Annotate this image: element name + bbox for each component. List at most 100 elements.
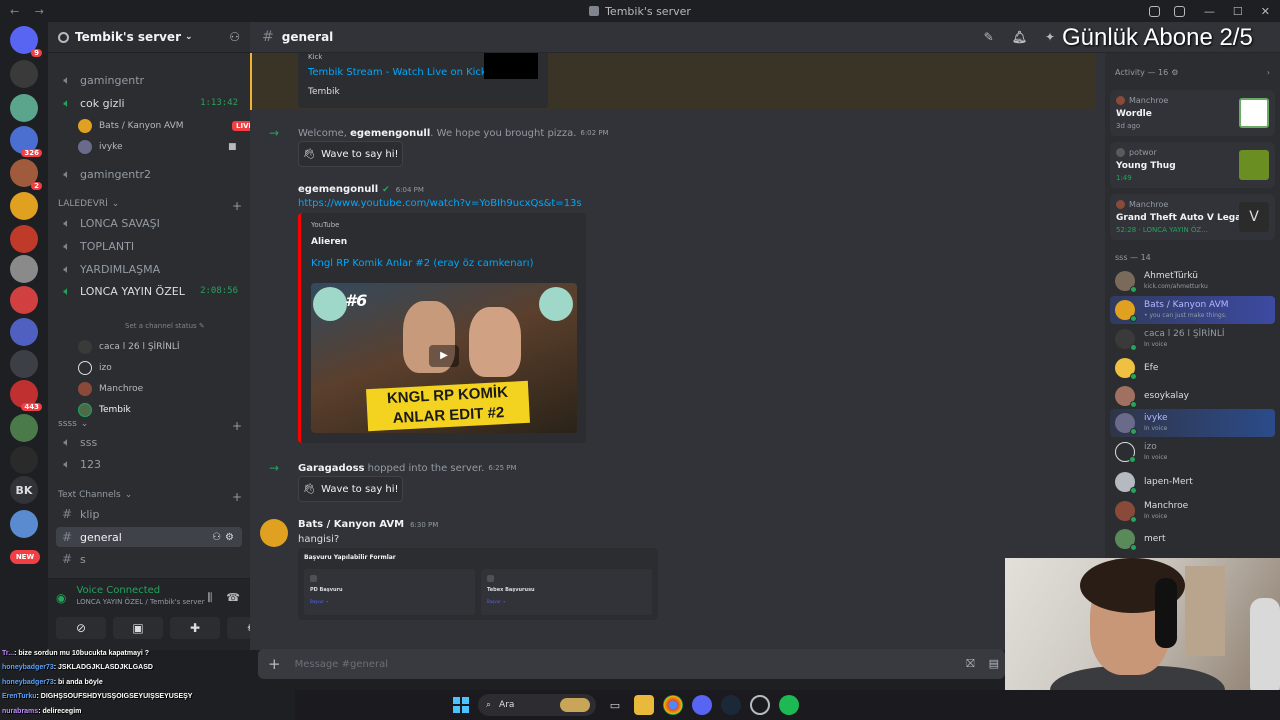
member-item[interactable]: Manchroe In voice bbox=[1110, 497, 1275, 525]
channel-yardimlasma[interactable]: 🔈︎ YARDIMLAŞMA bbox=[56, 259, 242, 279]
server-header[interactable]: Tembik's server ⌄ ⚇ bbox=[48, 22, 250, 53]
embed-title-link[interactable]: Kngl RP Komik Anlar #2 (eray öz camkenar… bbox=[311, 258, 576, 269]
server-icon[interactable] bbox=[10, 60, 38, 88]
windows-start-icon[interactable] bbox=[453, 697, 469, 713]
voice-user[interactable]: Bats / Kanyon AVM bbox=[78, 117, 184, 135]
taskbar-search[interactable]: ⌕ Ara bbox=[478, 694, 596, 716]
notification-bell-icon[interactable]: 🔔︎ bbox=[1012, 30, 1027, 44]
message-input[interactable]: Message #general bbox=[295, 659, 388, 670]
image-attachment[interactable]: Başvuru Yapılabilir Formlar PD Başvuru B… bbox=[298, 548, 658, 620]
member-item[interactable]: Efe bbox=[1110, 354, 1275, 382]
member-item[interactable]: ivyke In voice bbox=[1110, 409, 1275, 437]
camera-off-button[interactable]: ⊘ bbox=[56, 617, 106, 639]
video-thumbnail[interactable]: #6 ▶ KNGL RP KOMİK ANLAR EDIT #2 bbox=[311, 283, 577, 433]
member-item[interactable]: AhmetTürkü kick.com/ahmetturku bbox=[1110, 267, 1275, 295]
wave-button[interactable]: 👋︎ Wave to say hi! bbox=[298, 141, 403, 167]
member-item[interactable]: Bats / Kanyon AVM • you can just make thi… bbox=[1110, 296, 1275, 324]
settings-icon[interactable] bbox=[750, 695, 770, 715]
member-item[interactable]: esoykalay bbox=[1110, 382, 1275, 410]
channel-s[interactable]: # s bbox=[56, 549, 242, 569]
noise-suppression-icon[interactable]: ⫼ bbox=[207, 591, 212, 605]
voice-user[interactable]: Manchroe bbox=[78, 380, 143, 398]
add-member-icon[interactable]: ⚇ bbox=[229, 30, 240, 44]
category-ssss[interactable]: ssss ⌄ + bbox=[58, 419, 242, 433]
add-channel-icon[interactable]: + bbox=[232, 490, 242, 504]
channel-general[interactable]: # general ⚇⚙ bbox=[56, 527, 242, 547]
server-icon-bk[interactable]: BK bbox=[10, 476, 38, 504]
server-icon[interactable] bbox=[10, 192, 38, 220]
server-icon[interactable] bbox=[10, 94, 38, 122]
inbox-icon[interactable] bbox=[1149, 5, 1160, 17]
avatar[interactable] bbox=[260, 184, 288, 212]
channel-toplanti[interactable]: 🔈︎ TOPLANTI bbox=[56, 236, 242, 256]
channel-lonca-yayin-ozel[interactable]: 🔈︎ LONCA YAYIN ÖZEL 2:08:56 bbox=[56, 281, 242, 301]
close-button[interactable]: ✕ bbox=[1261, 5, 1270, 18]
voice-user[interactable]: Tembik bbox=[78, 401, 131, 419]
nav-arrows[interactable]: ← → bbox=[10, 5, 50, 18]
disconnect-icon[interactable]: ☎ bbox=[226, 591, 240, 605]
chrome-icon[interactable] bbox=[663, 695, 683, 715]
steam-icon[interactable] bbox=[721, 695, 741, 715]
channel-cok-gizli[interactable]: 🔈︎ cok gizli 1:13:42 bbox=[56, 93, 242, 113]
server-icon[interactable]: 326 bbox=[10, 126, 42, 157]
channel-123[interactable]: 🔈︎ 123 bbox=[56, 454, 242, 474]
avatar[interactable] bbox=[260, 519, 288, 547]
member-item[interactable]: caca l 26 l ŞİRİNLİ In voice bbox=[1110, 325, 1275, 353]
embed-author[interactable]: Alieren bbox=[311, 237, 576, 247]
add-attachment-icon[interactable]: + bbox=[268, 655, 281, 673]
channel-klip[interactable]: # klip bbox=[56, 504, 242, 524]
channel-sss[interactable]: 🔈︎ sss bbox=[56, 432, 242, 452]
file-explorer-icon[interactable] bbox=[634, 695, 654, 715]
maximize-button[interactable]: ☐ bbox=[1233, 5, 1243, 18]
threads-icon[interactable]: ✎ bbox=[984, 30, 994, 44]
spotify-icon[interactable] bbox=[779, 695, 799, 715]
embed-thumbnail[interactable] bbox=[484, 53, 538, 79]
channel-gamingentr2[interactable]: 🔈︎ gamingentr2 bbox=[56, 164, 242, 184]
voice-user[interactable]: ivyke bbox=[78, 138, 123, 156]
message-author[interactable]: egemengonull ✔ 6:04 PM bbox=[298, 184, 424, 195]
server-icon[interactable]: 2 bbox=[10, 159, 42, 190]
server-icon[interactable] bbox=[10, 350, 38, 378]
channel-lonca-savasi[interactable]: 🔈︎ LONCA SAVAŞI bbox=[56, 213, 242, 233]
server-icon[interactable]: 443 bbox=[10, 380, 42, 411]
gif-icon[interactable]: ▤ bbox=[989, 657, 999, 671]
server-icon[interactable] bbox=[10, 446, 38, 474]
voice-user[interactable]: izo bbox=[78, 359, 112, 377]
message-composer[interactable]: + Message #general ⛝ ▤ bbox=[258, 649, 1005, 679]
chevron-right-icon[interactable]: › bbox=[1267, 68, 1270, 77]
activities-button[interactable]: ✚ bbox=[170, 617, 220, 639]
discord-icon[interactable] bbox=[692, 695, 712, 715]
voice-location[interactable]: LONCA YAYIN ÖZEL / Tembik's server bbox=[76, 598, 204, 606]
minimize-button[interactable]: — bbox=[1204, 5, 1215, 18]
youtube-link[interactable]: https://www.youtube.com/watch?v=YoBIh9uc… bbox=[298, 198, 582, 209]
activity-card[interactable]: potwor Young Thug 1:49 bbox=[1110, 142, 1275, 188]
add-channel-icon[interactable]: + bbox=[232, 199, 242, 213]
activity-card[interactable]: Manchroe Wordle 3d ago bbox=[1110, 90, 1275, 136]
member-item[interactable]: izo In voice bbox=[1110, 438, 1275, 466]
server-icon[interactable] bbox=[10, 255, 38, 283]
server-icon[interactable] bbox=[10, 286, 38, 314]
message-author[interactable]: Bats / Kanyon AVM 6:30 PM bbox=[298, 519, 438, 530]
gear-icon[interactable]: ⚙ bbox=[1171, 68, 1178, 77]
pin-icon[interactable]: ✦ bbox=[1045, 30, 1055, 44]
voice-status[interactable]: Voice Connected bbox=[76, 585, 204, 596]
task-view-icon[interactable]: ▭ bbox=[605, 695, 625, 715]
add-channel-icon[interactable]: + bbox=[232, 419, 242, 433]
screen-share-button[interactable]: ▣ bbox=[113, 617, 163, 639]
username[interactable]: Garagadoss bbox=[298, 463, 364, 474]
help-icon[interactable] bbox=[1174, 5, 1185, 17]
gift-icon[interactable]: ⛝ bbox=[966, 657, 974, 671]
set-channel-status[interactable]: Set a channel status ✎ bbox=[125, 322, 205, 330]
channel-gamingentr[interactable]: 🔈︎ gamingentr bbox=[56, 70, 242, 90]
voice-user[interactable]: caca l 26 l ŞİRİNLİ bbox=[78, 338, 180, 356]
server-icon[interactable] bbox=[10, 414, 38, 442]
username[interactable]: egemengonull bbox=[350, 128, 430, 139]
discord-home-icon[interactable]: 9 bbox=[10, 26, 42, 57]
member-item[interactable]: mert bbox=[1110, 525, 1275, 553]
server-icon[interactable] bbox=[10, 510, 38, 538]
message-list[interactable]: Kick Tembik Stream - Watch Live on Kick … bbox=[250, 53, 1105, 650]
play-icon[interactable]: ▶ bbox=[429, 345, 459, 367]
channel-settings-icon[interactable]: ⚇⚙ bbox=[212, 532, 238, 543]
server-icon[interactable] bbox=[10, 318, 38, 346]
category-laledevri[interactable]: LALEDEVRİ ⌄ + bbox=[58, 199, 242, 213]
